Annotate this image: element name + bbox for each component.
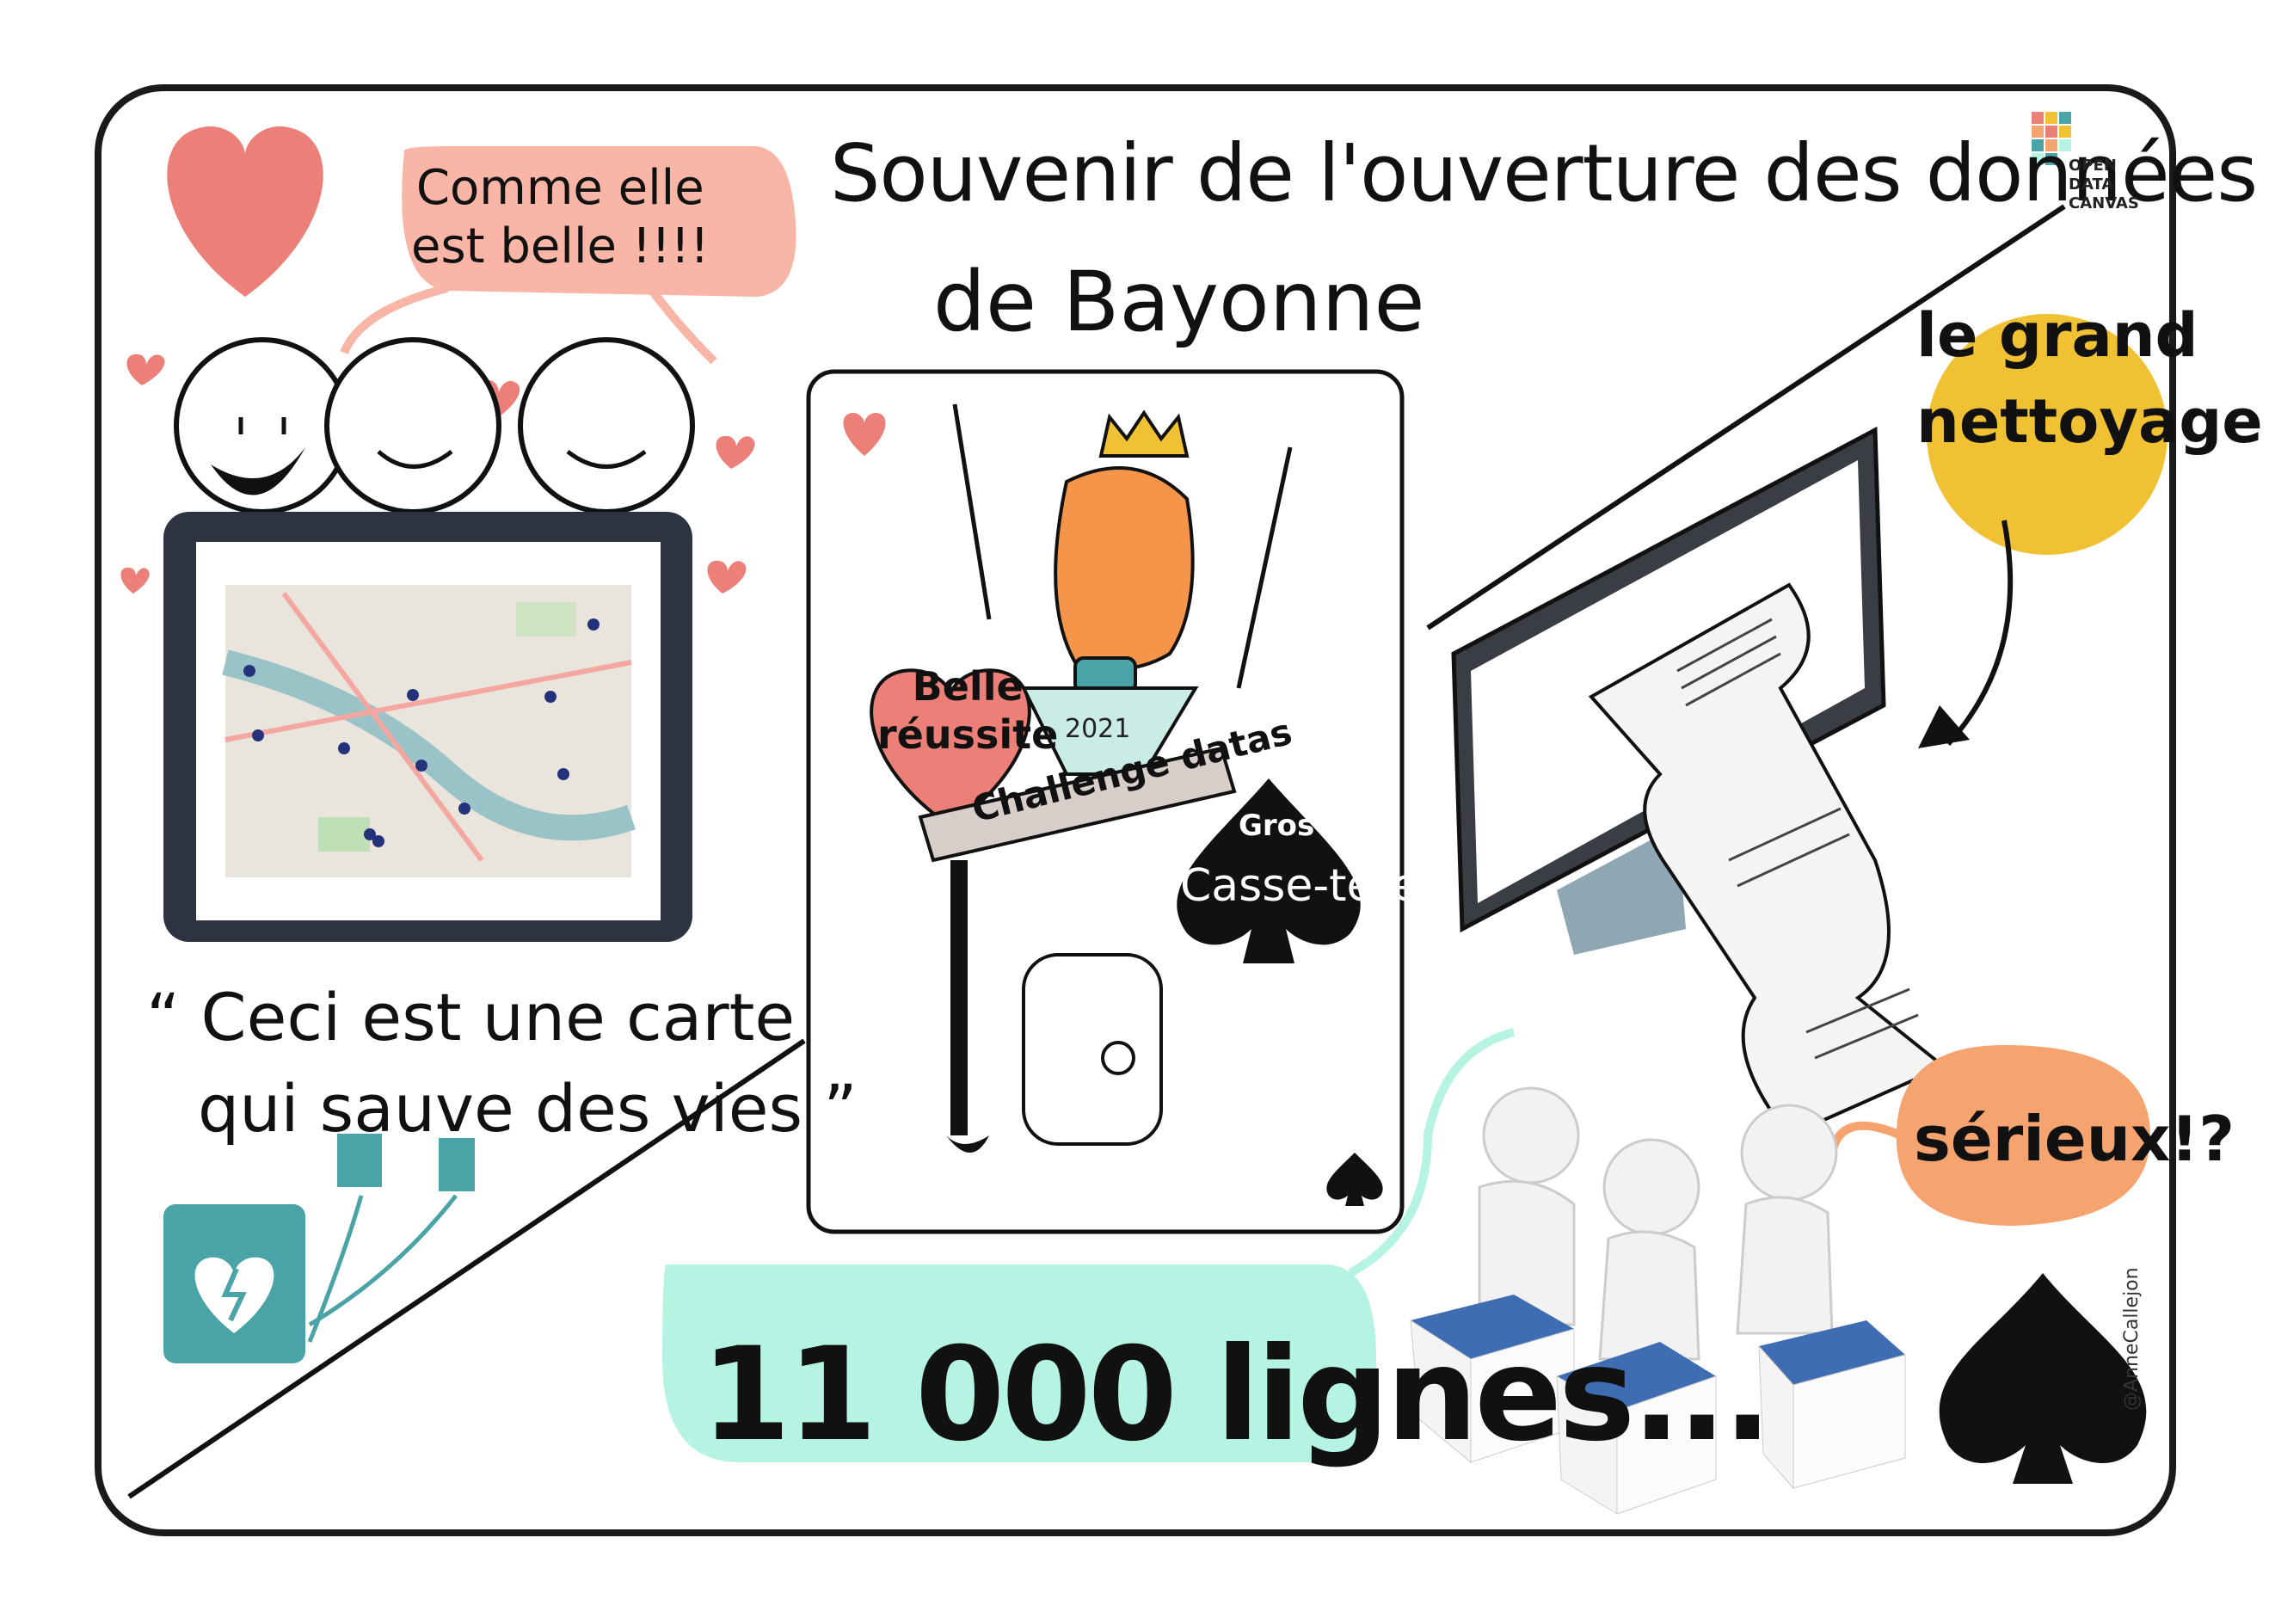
small-heart-icon (716, 435, 755, 469)
belle-line1: Belle (912, 663, 1024, 710)
author-credit: @AnneCallejon (2121, 1267, 2143, 1411)
logo-text: OPEN DATA CANVAS (2069, 157, 2139, 213)
title-line1: Souvenir de l'ouverture des données (830, 127, 2258, 219)
spade-icon (1939, 1273, 2147, 1484)
logo-line1: OPEN (2069, 157, 2117, 175)
small-heart-icon (120, 567, 150, 594)
belle-line2: réussite (877, 711, 1059, 758)
card-year: 2021 (1065, 714, 1131, 744)
small-heart-icon (126, 354, 165, 385)
logo-line2: DATA (2069, 175, 2114, 194)
lignes-text: 11 000 lignes... (701, 1320, 1772, 1470)
heart-icon (167, 126, 323, 297)
quote-line2: qui sauve des vies (198, 1070, 803, 1147)
speech-comme-line1: Comme elle (415, 160, 704, 216)
speech-comme-text: Comme elle est belle !!!! (411, 159, 710, 276)
quote-close-mark: ” (823, 1070, 858, 1147)
speech-comme-line2: est belle !!!! (411, 218, 710, 274)
small-heart-icon (707, 560, 747, 594)
belle-reussite-text: Belle réussite (877, 662, 1058, 759)
quote-line1: Ceci est une carte (200, 979, 796, 1055)
gros-text: Gros (1239, 809, 1315, 843)
quote-text: “ Ceci est une carte qui sauve des vies … (146, 972, 858, 1154)
casse-tete-text: Casse-tête (1180, 860, 1419, 912)
quote-open-mark: “ (146, 979, 181, 1055)
title-line2: de Bayonne (933, 254, 1425, 350)
serieux-text: sérieux!? (1914, 1103, 2235, 1175)
logo-line3: CANVAS (2069, 194, 2139, 212)
grand-line2: nettoyage (1916, 386, 2263, 457)
grand-line1: le grand (1916, 300, 2198, 371)
grand-nettoyage-text: le grand nettoyage (1916, 292, 2263, 464)
